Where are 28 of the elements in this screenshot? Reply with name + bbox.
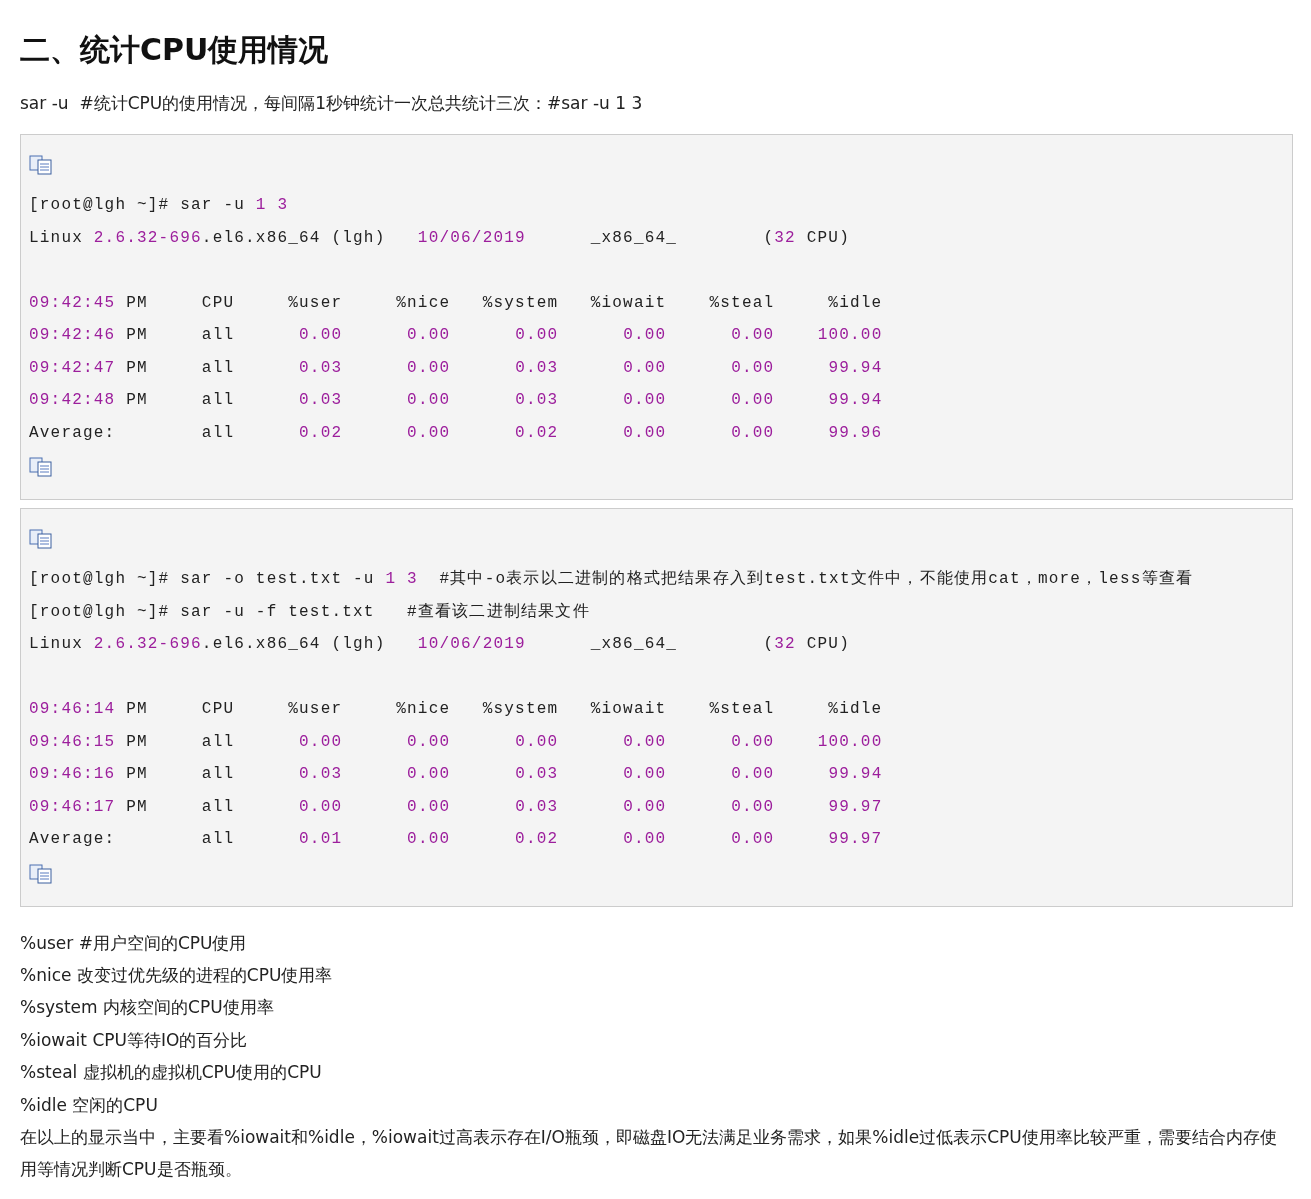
code-line: 09:46:17 PM all 0.00 0.00 0.03 0.00 0.00 99.97 [29, 796, 883, 818]
definition-text: %steal 虚拟机的虚拟机CPU使用的CPU [20, 1061, 323, 1085]
copy-icon[interactable] [29, 863, 53, 884]
code-line: 09:46:15 PM all 0.00 0.00 0.00 0.00 0.00 100.00 [29, 731, 883, 753]
code-line: Average: all 0.01 0.00 0.02 0.00 0.00 99.97 [29, 829, 883, 850]
code-line: 09:42:46 PM all 0.00 0.00 0.00 0.00 0.00 100.00 [29, 325, 883, 346]
definition-text: %system 内核空间的CPU使用率 [20, 996, 275, 1020]
intro-text: sar -u #统计CPU的使用情况，每间隔1秒钟统计一次总共统计三次：#sar -u 1 3 [20, 92, 644, 115]
definition-text: %iowait CPU等待IO的百分比 [20, 1028, 249, 1052]
definition-text: %user #用户空间的CPU使用 [20, 931, 248, 955]
conclusion-text: 在以上的显示当中，主要看%iowait和%idle，%iowait过高表示存在I/O瓶颈，即磁盘IO无法满足业务需求，如果%idle过低表示CPU使用率比较严重，需要结合内存使用等情况判断CPU是否瓶颈。 [20, 1125, 1278, 1182]
code-line: 09:42:45 PM CPU %user %nice %system %iowait %steal %idle [29, 292, 883, 314]
code-line: 09:42:47 PM all 0.03 0.00 0.03 0.00 0.00 99.94 [29, 357, 883, 379]
code-line: 09:42:48 PM all 0.03 0.00 0.03 0.00 0.00 99.94 [29, 390, 883, 411]
code-line: 09:46:16 PM all 0.03 0.00 0.03 0.00 0.00 99.94 [29, 764, 883, 785]
code-line: [root@lgh ~]# sar -u 1 3 [29, 195, 289, 216]
definition-text: %idle 空闲的CPU [20, 1093, 159, 1117]
code-line: 09:46:14 PM CPU %user %nice %system %iowait %steal %idle [29, 699, 883, 720]
section-heading: 二、统计CPU使用情况 [20, 31, 330, 69]
copy-icon[interactable] [29, 457, 53, 477]
code-line: [root@lgh ~]# sar -o test.txt -u 1 3 #其中-o表示以二进制的格式把结果存入到test.txt文件中，不能使用cat，more，less等查看 [29, 568, 1194, 590]
code-line: Linux 2.6.32-696.el6.x86_64 (lgh) 10/06/2019 _x86_64_ (32 CPU) [29, 227, 850, 249]
code-line: Average: all 0.02 0.00 0.02 0.00 0.00 99.96 [29, 422, 883, 444]
copy-icon[interactable] [29, 155, 53, 175]
code-line: Linux 2.6.32-696.el6.x86_64 (lgh) 10/06/2019 _x86_64_ (32 CPU) [29, 634, 850, 655]
definition-text: %nice 改变过优先级的进程的CPU使用率 [20, 963, 334, 987]
code-line: [root@lgh ~]# sar -u -f test.txt #查看该二进制结果文件 [29, 601, 590, 623]
copy-icon[interactable] [29, 529, 53, 549]
